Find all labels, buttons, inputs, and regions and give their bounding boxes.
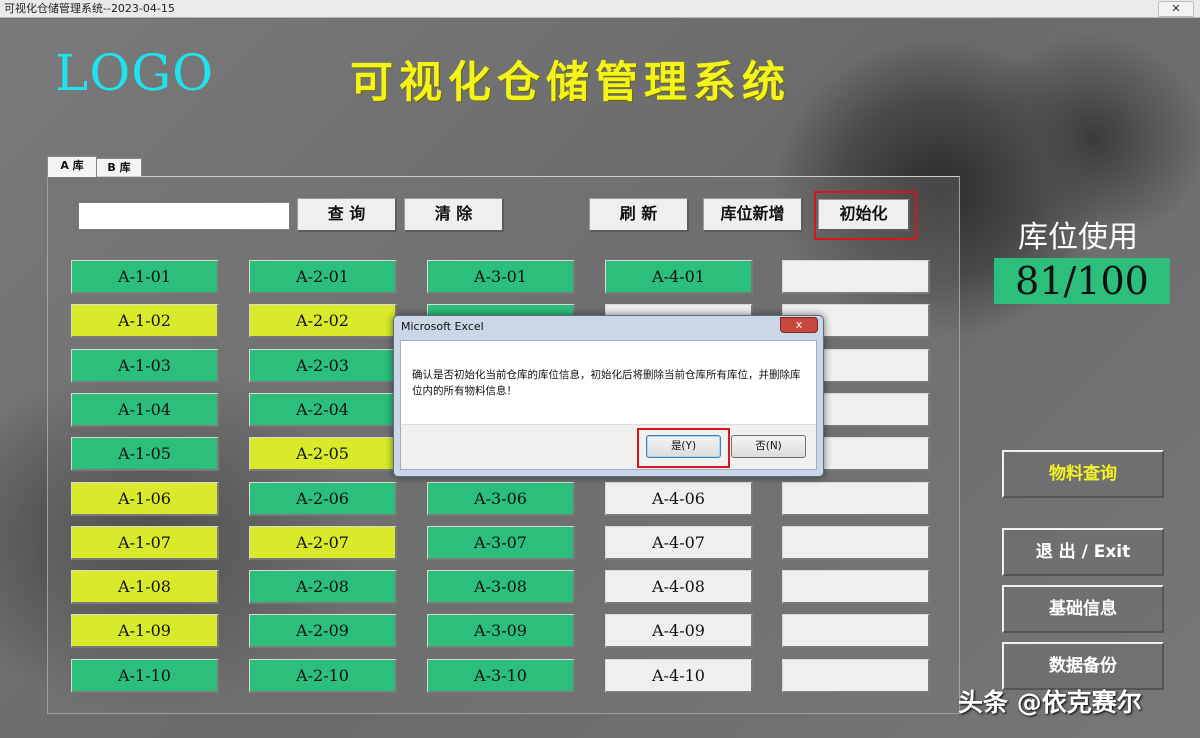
slot-a-2-06[interactable]: A-2-06: [249, 482, 397, 516]
basic-info-button[interactable]: 基础信息: [1002, 585, 1164, 633]
material-query-button[interactable]: 物料查询: [1002, 450, 1164, 498]
slot-a-1-10[interactable]: A-1-10: [71, 659, 219, 693]
dialog-body: 确认是否初始化当前仓库的库位信息，初始化后将删除当前仓库所有库位，并删除库位内的…: [400, 340, 817, 424]
slot-empty[interactable]: [782, 526, 930, 560]
usage-label: 库位使用: [1018, 220, 1138, 255]
slot-a-1-02[interactable]: A-1-02: [71, 304, 219, 338]
slot-a-1-03[interactable]: A-1-03: [71, 349, 219, 383]
slot-a-1-04[interactable]: A-1-04: [71, 393, 219, 427]
slot-a-2-03[interactable]: A-2-03: [249, 349, 397, 383]
highlight-box-yes: [637, 428, 730, 468]
dialog-message: 确认是否初始化当前仓库的库位信息，初始化后将删除当前仓库所有库位，并删除库位内的…: [412, 369, 801, 397]
slot-a-4-09[interactable]: A-4-09: [605, 614, 753, 648]
exit-button[interactable]: 退 出 / Exit: [1002, 528, 1164, 576]
slot-a-1-05[interactable]: A-1-05: [71, 437, 219, 471]
slot-a-4-08[interactable]: A-4-08: [605, 570, 753, 604]
query-button[interactable]: 查 询: [297, 198, 397, 232]
dialog-no-button[interactable]: 否(N): [731, 435, 806, 458]
slot-a-2-02[interactable]: A-2-02: [249, 304, 397, 338]
tab-a-warehouse[interactable]: A 库: [47, 156, 97, 177]
slot-a-4-07[interactable]: A-4-07: [605, 526, 753, 560]
slot-a-2-08[interactable]: A-2-08: [249, 570, 397, 604]
usage-value: 81/100: [994, 258, 1170, 304]
slot-empty[interactable]: [782, 482, 930, 516]
dialog-title: Microsoft Excel: [401, 320, 484, 333]
slot-a-3-01[interactable]: A-3-01: [427, 260, 575, 294]
dialog-close-button[interactable]: x: [780, 317, 818, 333]
highlight-box-init: [814, 191, 917, 240]
slot-a-2-10[interactable]: A-2-10: [249, 659, 397, 693]
tab-b-warehouse[interactable]: B 库: [96, 158, 142, 177]
logo: LOGO: [55, 44, 215, 102]
slot-a-1-09[interactable]: A-1-09: [71, 614, 219, 648]
slot-a-3-06[interactable]: A-3-06: [427, 482, 575, 516]
slot-a-4-10[interactable]: A-4-10: [605, 659, 753, 693]
add-slot-button[interactable]: 库位新增: [703, 198, 803, 232]
confirm-dialog: Microsoft Excel x 确认是否初始化当前仓库的库位信息，初始化后将…: [393, 315, 824, 477]
slot-a-3-08[interactable]: A-3-08: [427, 570, 575, 604]
slot-a-3-10[interactable]: A-3-10: [427, 659, 575, 693]
refresh-button[interactable]: 刷 新: [589, 198, 689, 232]
dialog-footer: 是(Y) 否(N): [400, 424, 817, 470]
window-close-button[interactable]: ✕: [1158, 1, 1194, 17]
slot-a-3-07[interactable]: A-3-07: [427, 526, 575, 560]
slot-a-1-08[interactable]: A-1-08: [71, 570, 219, 604]
window-titlebar: 可视化仓储管理系统--2023-04-15 ✕: [0, 0, 1200, 18]
slot-a-2-01[interactable]: A-2-01: [249, 260, 397, 294]
window-title: 可视化仓储管理系统--2023-04-15: [4, 2, 175, 15]
slot-a-2-09[interactable]: A-2-09: [249, 614, 397, 648]
slot-empty[interactable]: [782, 659, 930, 693]
slot-a-2-05[interactable]: A-2-05: [249, 437, 397, 471]
watermark: 头条 @依克赛尔: [958, 688, 1142, 717]
slot-a-1-07[interactable]: A-1-07: [71, 526, 219, 560]
slot-a-3-09[interactable]: A-3-09: [427, 614, 575, 648]
clear-button[interactable]: 清 除: [404, 198, 504, 232]
slot-empty[interactable]: [782, 570, 930, 604]
slot-a-1-01[interactable]: A-1-01: [71, 260, 219, 294]
slot-a-2-04[interactable]: A-2-04: [249, 393, 397, 427]
slot-a-2-07[interactable]: A-2-07: [249, 526, 397, 560]
slot-empty[interactable]: [782, 260, 930, 294]
slot-a-4-06[interactable]: A-4-06: [605, 482, 753, 516]
search-input[interactable]: [78, 202, 290, 230]
slot-a-4-01[interactable]: A-4-01: [605, 260, 753, 294]
slot-empty[interactable]: [782, 614, 930, 648]
slot-a-1-06[interactable]: A-1-06: [71, 482, 219, 516]
app-title: 可视化仓储管理系统: [350, 58, 791, 108]
